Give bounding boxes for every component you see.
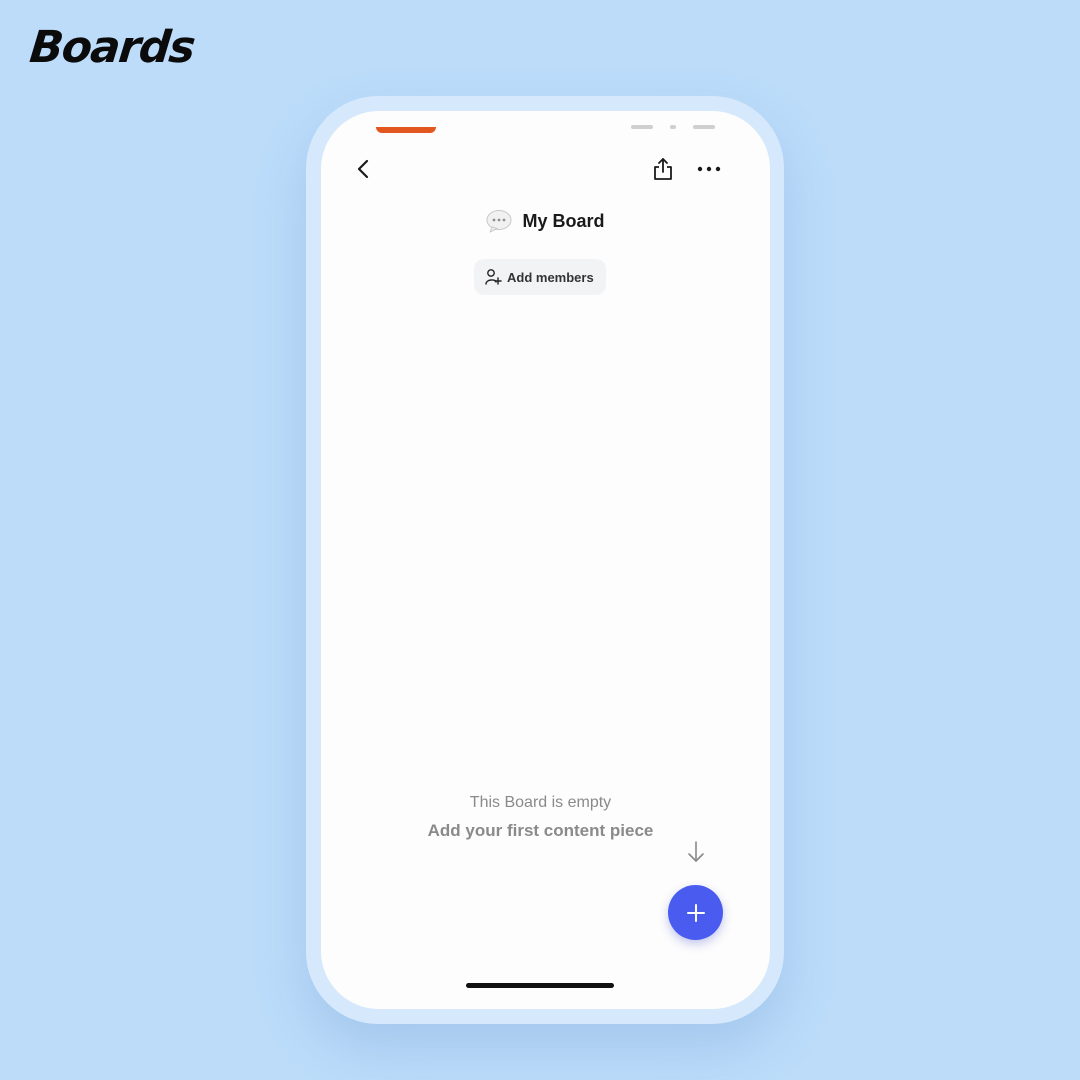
speech-bubble-icon [486,208,512,234]
add-members-button[interactable]: Add members [474,259,606,295]
back-button[interactable] [345,151,381,187]
add-person-icon [485,269,502,285]
arrow-down-icon [688,841,704,862]
more-button[interactable] [691,151,727,187]
share-icon [654,158,672,180]
plus-icon [686,903,705,922]
empty-state-subtitle: Add your first content piece [427,821,654,840]
more-horizontal-icon [697,166,721,172]
add-content-button[interactable] [668,885,723,940]
share-button[interactable] [645,151,681,187]
home-indicator[interactable] [466,983,614,988]
status-bar-time-pill [376,127,436,133]
brand-logo: Boards [27,22,197,73]
empty-state-title: This Board is empty [469,794,612,811]
chevron-left-icon [357,159,369,179]
status-bar-icons [631,125,715,131]
add-members-label: Add members [507,269,594,285]
board-title: My Board [522,210,605,231]
phone-screen: My Board Add members This Board is empty… [321,111,770,1009]
board-title-row: My Board [321,208,770,234]
